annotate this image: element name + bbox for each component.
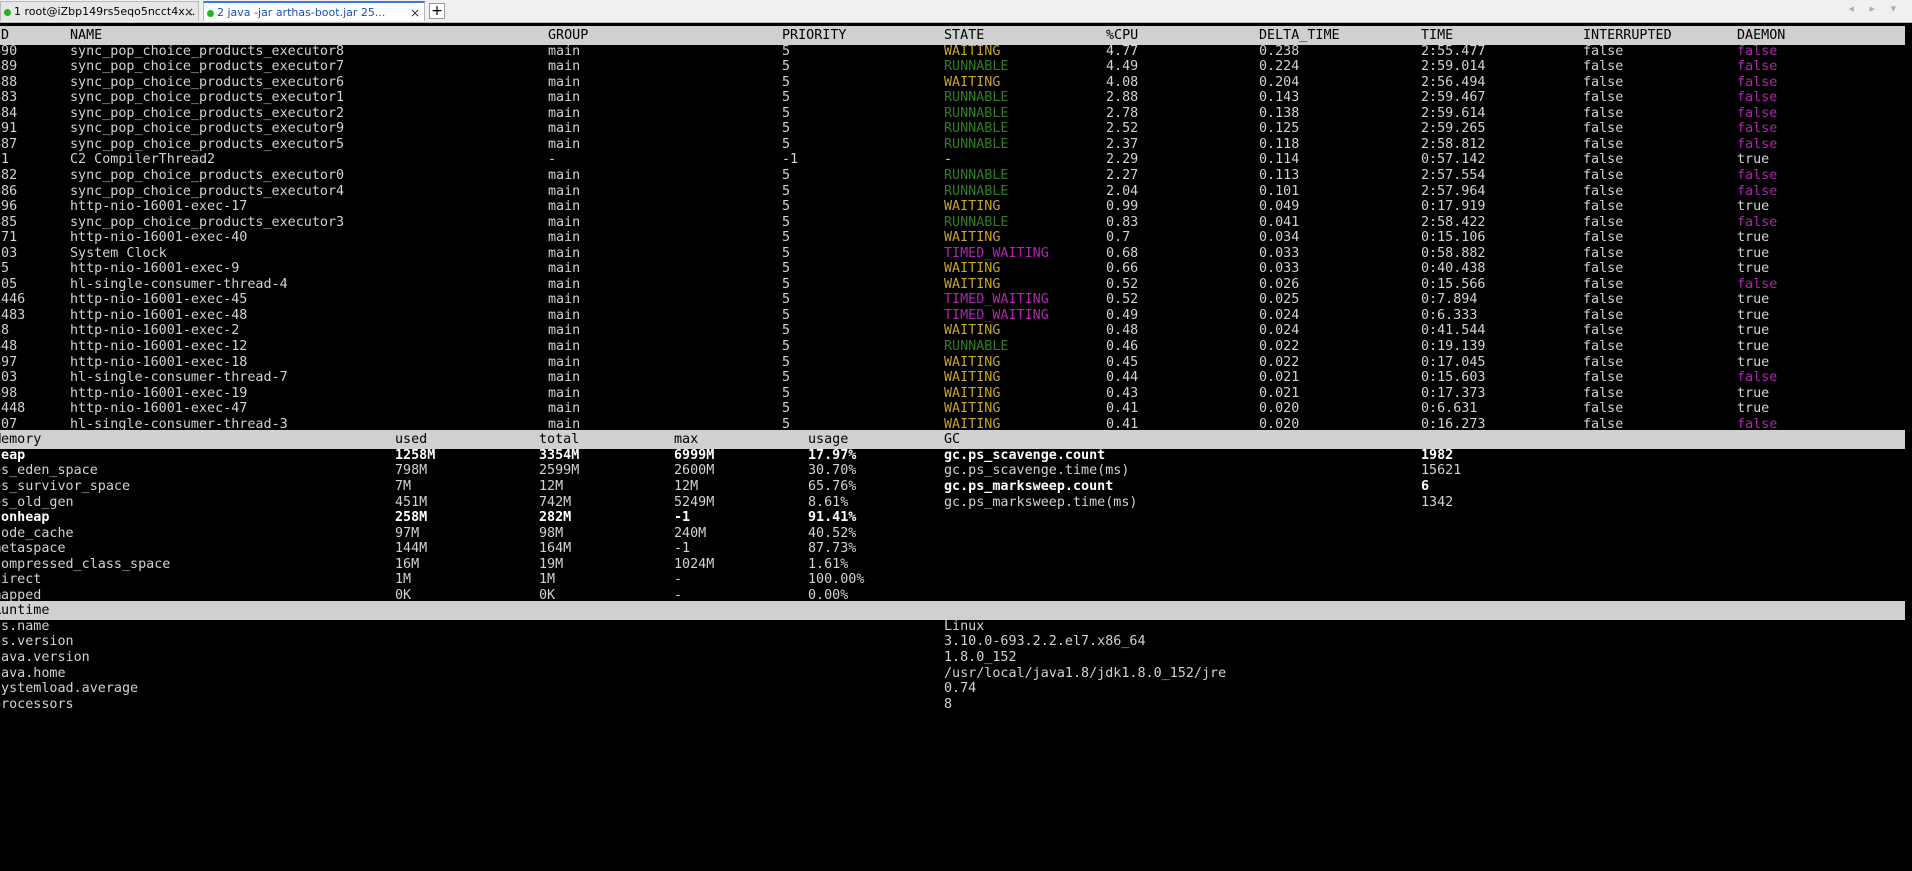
connected-status-icon <box>207 9 214 17</box>
runtime-key: processors <box>0 696 74 712</box>
runtime-row: processors 8 <box>0 695 1905 714</box>
add-tab-button[interactable]: + <box>429 3 445 19</box>
tab-navigation-icons[interactable]: ◂ ▸ ▾ <box>1848 2 1902 15</box>
terminal-tab-bar: 1 root@iZbp149rs5eqo5ncct4x... × 2 java … <box>0 0 1912 23</box>
connected-status-icon <box>4 8 11 16</box>
tab-session-2[interactable]: 2 java -jar arthas-boot.jar 25... × <box>203 1 425 21</box>
tab-label: 1 root@iZbp149rs5eqo5ncct4x... <box>14 5 196 18</box>
tab-label: 2 java -jar arthas-boot.jar 25... <box>217 6 386 19</box>
runtime-value: 8 <box>944 696 953 712</box>
close-tab-icon[interactable]: × <box>184 2 194 21</box>
terminal-output[interactable]: IDNAMEGROUPPRIORITYSTATE%CPUDELTA_TIMETI… <box>0 23 1912 871</box>
close-tab-icon[interactable]: × <box>410 3 420 21</box>
tab-session-1[interactable]: 1 root@iZbp149rs5eqo5ncct4x... × <box>0 1 199 21</box>
